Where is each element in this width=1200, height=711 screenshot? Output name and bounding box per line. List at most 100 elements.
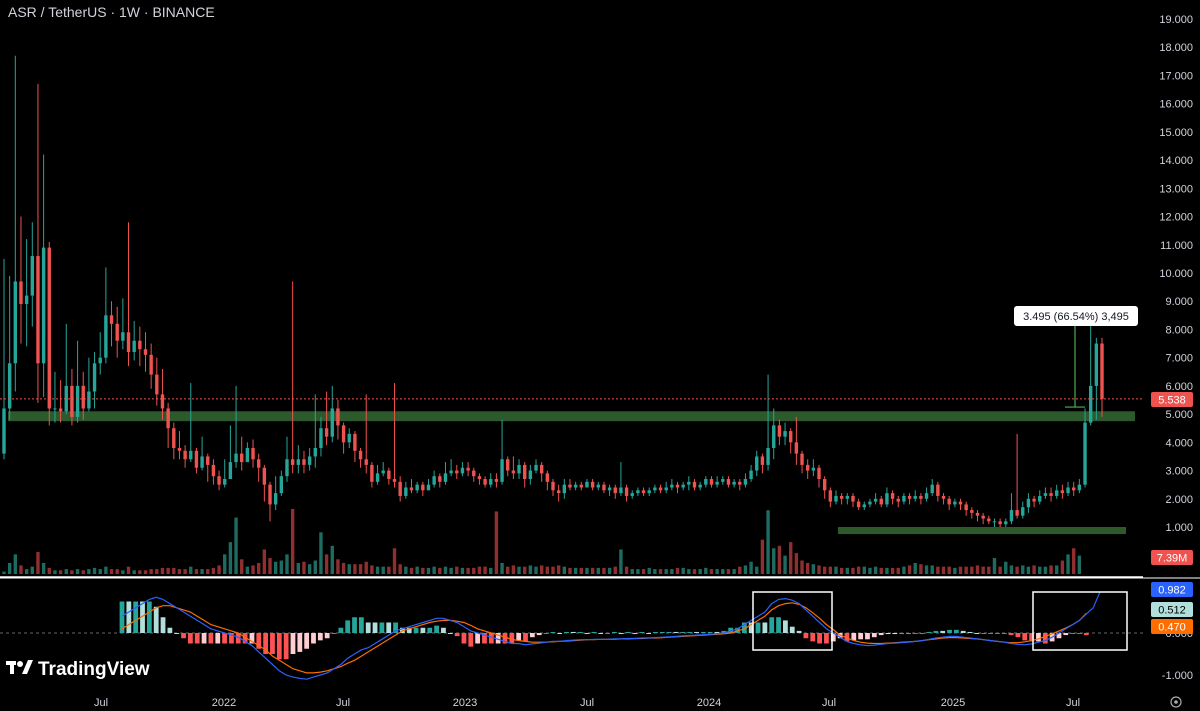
histogram-bar bbox=[796, 630, 802, 633]
volume-bar bbox=[279, 560, 284, 574]
histogram-bar bbox=[960, 630, 966, 633]
volume-bar bbox=[772, 548, 776, 574]
volume-bar bbox=[290, 509, 295, 574]
candle-body bbox=[477, 476, 482, 480]
candle-body bbox=[409, 487, 414, 491]
histogram-bar bbox=[762, 622, 768, 633]
volume-bar bbox=[302, 561, 306, 574]
candle-body bbox=[172, 428, 176, 448]
volume-bar bbox=[432, 566, 436, 574]
histogram-bar bbox=[947, 629, 952, 633]
candle-body bbox=[160, 394, 165, 409]
candle-body bbox=[602, 484, 606, 491]
volume-bar bbox=[551, 566, 555, 574]
candle-body bbox=[375, 473, 380, 482]
candle-body bbox=[455, 470, 459, 474]
volume-bar bbox=[1004, 561, 1008, 574]
candle-body bbox=[19, 281, 23, 305]
candle-body bbox=[851, 495, 855, 502]
volume-bar bbox=[715, 569, 719, 574]
histogram-bar bbox=[475, 633, 481, 644]
histogram-bar bbox=[673, 631, 679, 633]
candle-body bbox=[472, 470, 476, 477]
volume-bar bbox=[947, 566, 951, 574]
candle-body bbox=[658, 487, 663, 491]
histogram-bar bbox=[543, 633, 549, 634]
histogram-bar bbox=[1042, 633, 1048, 644]
histogram-bar bbox=[824, 633, 829, 644]
volume-bar bbox=[160, 567, 165, 574]
volume-bar bbox=[58, 570, 63, 574]
histogram-bar bbox=[591, 631, 597, 633]
volume-bar bbox=[307, 564, 312, 574]
volume-bar bbox=[896, 567, 900, 574]
volume-bar bbox=[443, 566, 448, 574]
histogram-bar bbox=[270, 633, 275, 654]
candle-body bbox=[1088, 385, 1093, 423]
volume-bar bbox=[506, 566, 510, 574]
candle-body bbox=[800, 453, 804, 465]
histogram-bar bbox=[755, 622, 761, 633]
candle-body bbox=[30, 256, 34, 296]
histogram-bar bbox=[194, 633, 200, 644]
volume-bar bbox=[517, 566, 521, 574]
volume-bar bbox=[539, 565, 544, 574]
candle-body bbox=[177, 447, 182, 451]
candle-body bbox=[664, 487, 668, 491]
candle-body bbox=[1055, 490, 1059, 496]
volume-bar bbox=[319, 532, 323, 574]
support-zone bbox=[838, 527, 1126, 535]
candle-body bbox=[285, 459, 289, 477]
candle-body bbox=[958, 501, 963, 505]
candle-body bbox=[494, 479, 499, 482]
candle-body bbox=[58, 408, 63, 412]
candle-body bbox=[913, 495, 917, 499]
volume-bar bbox=[172, 567, 176, 574]
candle-body bbox=[907, 495, 912, 499]
time-tick-label: 2023 bbox=[453, 697, 477, 709]
candle-body bbox=[749, 470, 753, 480]
volume-bar bbox=[183, 569, 187, 574]
histogram-bar bbox=[700, 631, 706, 633]
histogram-bar bbox=[1008, 633, 1014, 636]
histogram-bar bbox=[529, 633, 535, 638]
volume-bar bbox=[189, 566, 193, 574]
brand-name: TradingView bbox=[38, 659, 150, 680]
histogram-badge-text: 0.512 bbox=[1158, 605, 1186, 617]
histogram-bar bbox=[906, 633, 911, 635]
candle-body bbox=[568, 484, 572, 488]
histogram-bar bbox=[536, 633, 542, 636]
histogram-bar bbox=[174, 633, 180, 634]
histogram-bar bbox=[584, 633, 590, 634]
candle-body bbox=[698, 484, 702, 488]
candle-body bbox=[738, 481, 742, 485]
signal-badge-text: 0.470 bbox=[1158, 622, 1186, 634]
volume-bar bbox=[1026, 566, 1031, 574]
candle-body bbox=[862, 504, 866, 508]
volume-bar bbox=[177, 569, 182, 574]
volume-bar bbox=[698, 569, 702, 574]
time-tick-label: Jul bbox=[822, 697, 836, 709]
volume-bar bbox=[1049, 565, 1053, 574]
histogram-bar bbox=[618, 633, 624, 634]
volume-bar bbox=[132, 570, 136, 574]
candle-body bbox=[426, 484, 431, 491]
candle-body bbox=[721, 479, 725, 482]
candle-body bbox=[834, 495, 838, 502]
candle-body bbox=[517, 464, 521, 474]
candle-body bbox=[975, 512, 980, 516]
candle-body bbox=[562, 484, 567, 494]
volume-bar bbox=[262, 549, 267, 574]
volume-bar bbox=[930, 565, 934, 574]
chart-background bbox=[0, 0, 1200, 711]
candle-body bbox=[53, 408, 57, 410]
candle-body bbox=[183, 450, 187, 460]
candle-body bbox=[324, 428, 329, 437]
candle-body bbox=[613, 487, 617, 494]
candle-body bbox=[1021, 507, 1025, 516]
trading-chart[interactable]: 19.000 18.000 17.000 16.000 15.000 14.000 13.0… bbox=[0, 0, 1200, 711]
histogram-bar bbox=[215, 633, 221, 644]
volume-bar bbox=[579, 567, 583, 574]
candle-body bbox=[132, 340, 136, 353]
signal-badge: 0.470 bbox=[1151, 619, 1193, 634]
